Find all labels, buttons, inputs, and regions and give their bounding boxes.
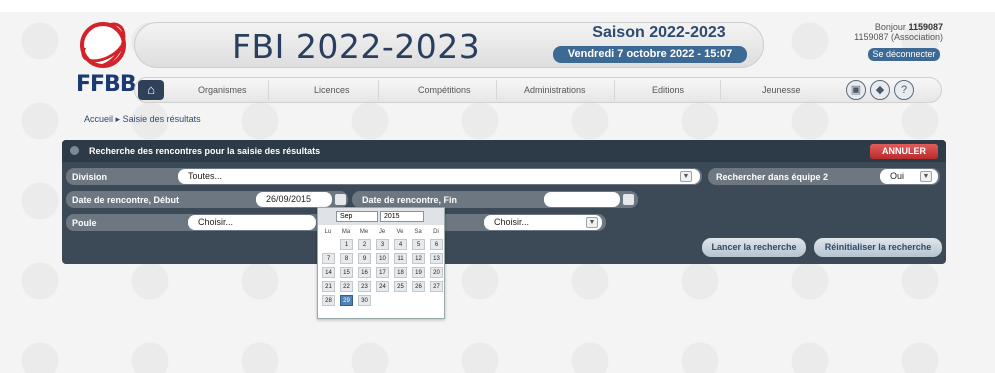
breadcrumb-separator-icon: ▸ xyxy=(115,114,121,124)
logout-button[interactable]: Se déconnecter xyxy=(868,48,940,61)
weekday-label: Di xyxy=(433,229,439,235)
division-label: Division xyxy=(72,172,108,182)
calendar-icon[interactable] xyxy=(335,194,346,205)
month-value: Sep xyxy=(340,213,353,220)
brand-name: FFBB xyxy=(76,72,137,97)
season-label: Saison 2022-2023 xyxy=(592,24,726,41)
user-info: Bonjour 1159087 1159087 (Association) xyxy=(828,22,943,42)
nav-item-competitions[interactable]: Compétitions xyxy=(418,85,471,95)
date-start-input[interactable]: 26/09/2015 xyxy=(256,192,332,207)
reset-search-button[interactable]: Réinitialiser la recherche xyxy=(814,238,942,257)
calendar-day[interactable]: 28 xyxy=(322,295,335,306)
launch-search-button[interactable]: Lancer la recherche xyxy=(702,238,806,257)
nav-item-jeunesse[interactable]: Jeunesse xyxy=(762,85,801,95)
weekday-label: Ma xyxy=(341,229,351,235)
month-select[interactable]: Sep xyxy=(336,211,378,222)
calendar-day[interactable]: 9 xyxy=(358,253,371,264)
help-icon[interactable]: ? xyxy=(894,80,914,100)
calendar-day[interactable]: 15 xyxy=(340,267,353,278)
calendar-day[interactable]: 1 xyxy=(340,239,353,250)
calendar-day-selected[interactable]: 29 xyxy=(340,295,353,306)
nav-divider xyxy=(496,80,497,100)
monitor-icon[interactable]: ▣ xyxy=(846,80,866,100)
cancel-button[interactable]: ANNULER xyxy=(870,144,938,159)
user-id: 1159087 xyxy=(908,22,943,32)
top-strip xyxy=(0,0,995,12)
weekday-label: Ve xyxy=(396,229,404,235)
nav-divider xyxy=(720,80,721,100)
nav-item-editions[interactable]: Editions xyxy=(652,85,684,95)
pool-secondary-select[interactable]: Choisir... xyxy=(484,215,602,230)
weekday-label: Lu xyxy=(324,229,332,235)
search-panel-title: Recherche des rencontres pour la saisie … xyxy=(89,146,321,156)
datepicker: Sep 2015 Lu Ma Me Je Ve Sa Di 1 2 3 4 5 6 7 8 9 10 11 12 13… xyxy=(317,207,445,319)
weekday-label: Sa xyxy=(414,229,422,235)
date-end-input[interactable] xyxy=(544,192,620,207)
calendar-day[interactable]: 14 xyxy=(322,267,335,278)
year-value: 2015 xyxy=(384,213,400,220)
nav-item-administrations[interactable]: Administrations xyxy=(524,85,586,95)
pool-label: Poule xyxy=(72,218,97,228)
calendar-day[interactable]: 24 xyxy=(376,281,389,292)
nav-item-licences[interactable]: Licences xyxy=(314,85,350,95)
breadcrumb: Accueil ▸ Saisie des résultats xyxy=(84,114,201,125)
calendar-day[interactable]: 30 xyxy=(358,295,371,306)
collapse-icon[interactable] xyxy=(70,146,79,155)
calendar-day[interactable]: 22 xyxy=(340,281,353,292)
calendar-day[interactable]: 21 xyxy=(322,281,335,292)
calendar-day[interactable]: 6 xyxy=(430,239,443,250)
date-end-label: Date de rencontre, Fin xyxy=(362,195,458,205)
calendar-day[interactable]: 7 xyxy=(322,253,335,264)
weekday-label: Je xyxy=(378,229,386,235)
calendar-day[interactable]: 13 xyxy=(430,253,443,264)
calendar-day[interactable]: 26 xyxy=(412,281,425,292)
calendar-day[interactable]: 20 xyxy=(430,267,443,278)
calendar-day[interactable]: 25 xyxy=(394,281,407,292)
date-start-value: 26/09/2015 xyxy=(266,194,312,204)
calendar-day[interactable]: 11 xyxy=(394,253,407,264)
calendar-day[interactable]: 19 xyxy=(412,267,425,278)
date-start-label: Date de rencontre, Début xyxy=(72,195,180,205)
calendar-day[interactable]: 4 xyxy=(394,239,407,250)
nav-divider xyxy=(614,80,615,100)
team-search-label: Rechercher dans équipe 2 xyxy=(716,172,829,182)
tag-icon[interactable]: ◆ xyxy=(870,80,890,100)
nav-item-organismes[interactable]: Organismes xyxy=(198,85,247,95)
breadcrumb-home[interactable]: Accueil xyxy=(84,114,113,124)
calendar-day[interactable]: 5 xyxy=(412,239,425,250)
home-icon[interactable]: ⌂ xyxy=(138,80,164,100)
division-select[interactable]: Toutes... xyxy=(178,169,700,184)
calendar-day[interactable]: 10 xyxy=(376,253,389,264)
calendar-day[interactable]: 17 xyxy=(376,267,389,278)
calendar-icon[interactable] xyxy=(623,194,634,205)
calendar-day[interactable]: 3 xyxy=(376,239,389,250)
greeting-label: Bonjour xyxy=(874,22,906,32)
current-date-badge: Vendredi 7 octobre 2022 - 15:07 xyxy=(553,46,747,63)
chevron-down-icon[interactable]: ▼ xyxy=(586,217,598,228)
nav-divider xyxy=(268,80,269,100)
ffbb-logo[interactable]: FFBB xyxy=(74,22,137,98)
calendar-day[interactable]: 12 xyxy=(412,253,425,264)
chevron-down-icon[interactable]: ▼ xyxy=(680,171,692,182)
calendar-day[interactable]: 16 xyxy=(358,267,371,278)
calendar-day[interactable]: 27 xyxy=(430,281,443,292)
pool-select[interactable]: Choisir... xyxy=(188,215,316,230)
calendar-day[interactable]: 2 xyxy=(358,239,371,250)
weekday-label: Me xyxy=(359,229,369,235)
chevron-down-icon[interactable]: ▼ xyxy=(920,171,932,182)
nav-divider xyxy=(378,80,379,100)
calendar-day[interactable]: 8 xyxy=(340,253,353,264)
app-title: FBI 2022-2023 xyxy=(232,27,481,66)
breadcrumb-current: Saisie des résultats xyxy=(122,114,201,124)
calendar-day[interactable]: 18 xyxy=(394,267,407,278)
user-organization: 1159087 (Association) xyxy=(854,32,943,42)
year-select[interactable]: 2015 xyxy=(380,211,424,222)
basketball-logo-icon xyxy=(80,22,126,68)
calendar-day[interactable]: 23 xyxy=(358,281,371,292)
